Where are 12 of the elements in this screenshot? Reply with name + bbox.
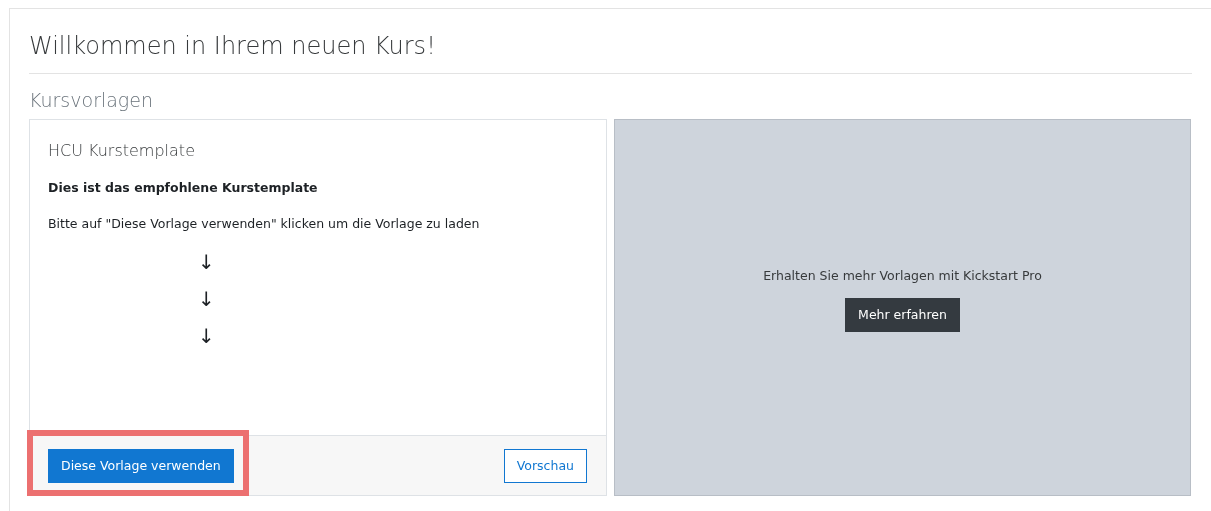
learn-more-button[interactable]: Mehr erfahren <box>845 297 960 332</box>
preview-button[interactable]: Vorschau <box>503 448 587 483</box>
down-arrow: ↓ <box>198 286 215 312</box>
use-template-button[interactable]: Diese Vorlage verwenden <box>48 448 234 483</box>
section-title: Kursvorlagen <box>29 88 154 112</box>
promo-text: Erhalten Sie mehr Vorlagen mit Kickstart Pro <box>763 267 1042 283</box>
page-title: Willkommen in Ihrem neuen Kurs! <box>29 29 1192 74</box>
down-arrow: ↓ <box>198 249 215 275</box>
card-description: Bitte auf "Diese Vorlage verwenden" klicken um die Vorlage zu laden <box>48 215 481 233</box>
down-arrow: ↓ <box>198 323 215 349</box>
card-title: HCU Kurstemplate <box>48 140 196 162</box>
card-subtitle: Dies ist das empfohlene Kurstemplate <box>48 179 319 197</box>
